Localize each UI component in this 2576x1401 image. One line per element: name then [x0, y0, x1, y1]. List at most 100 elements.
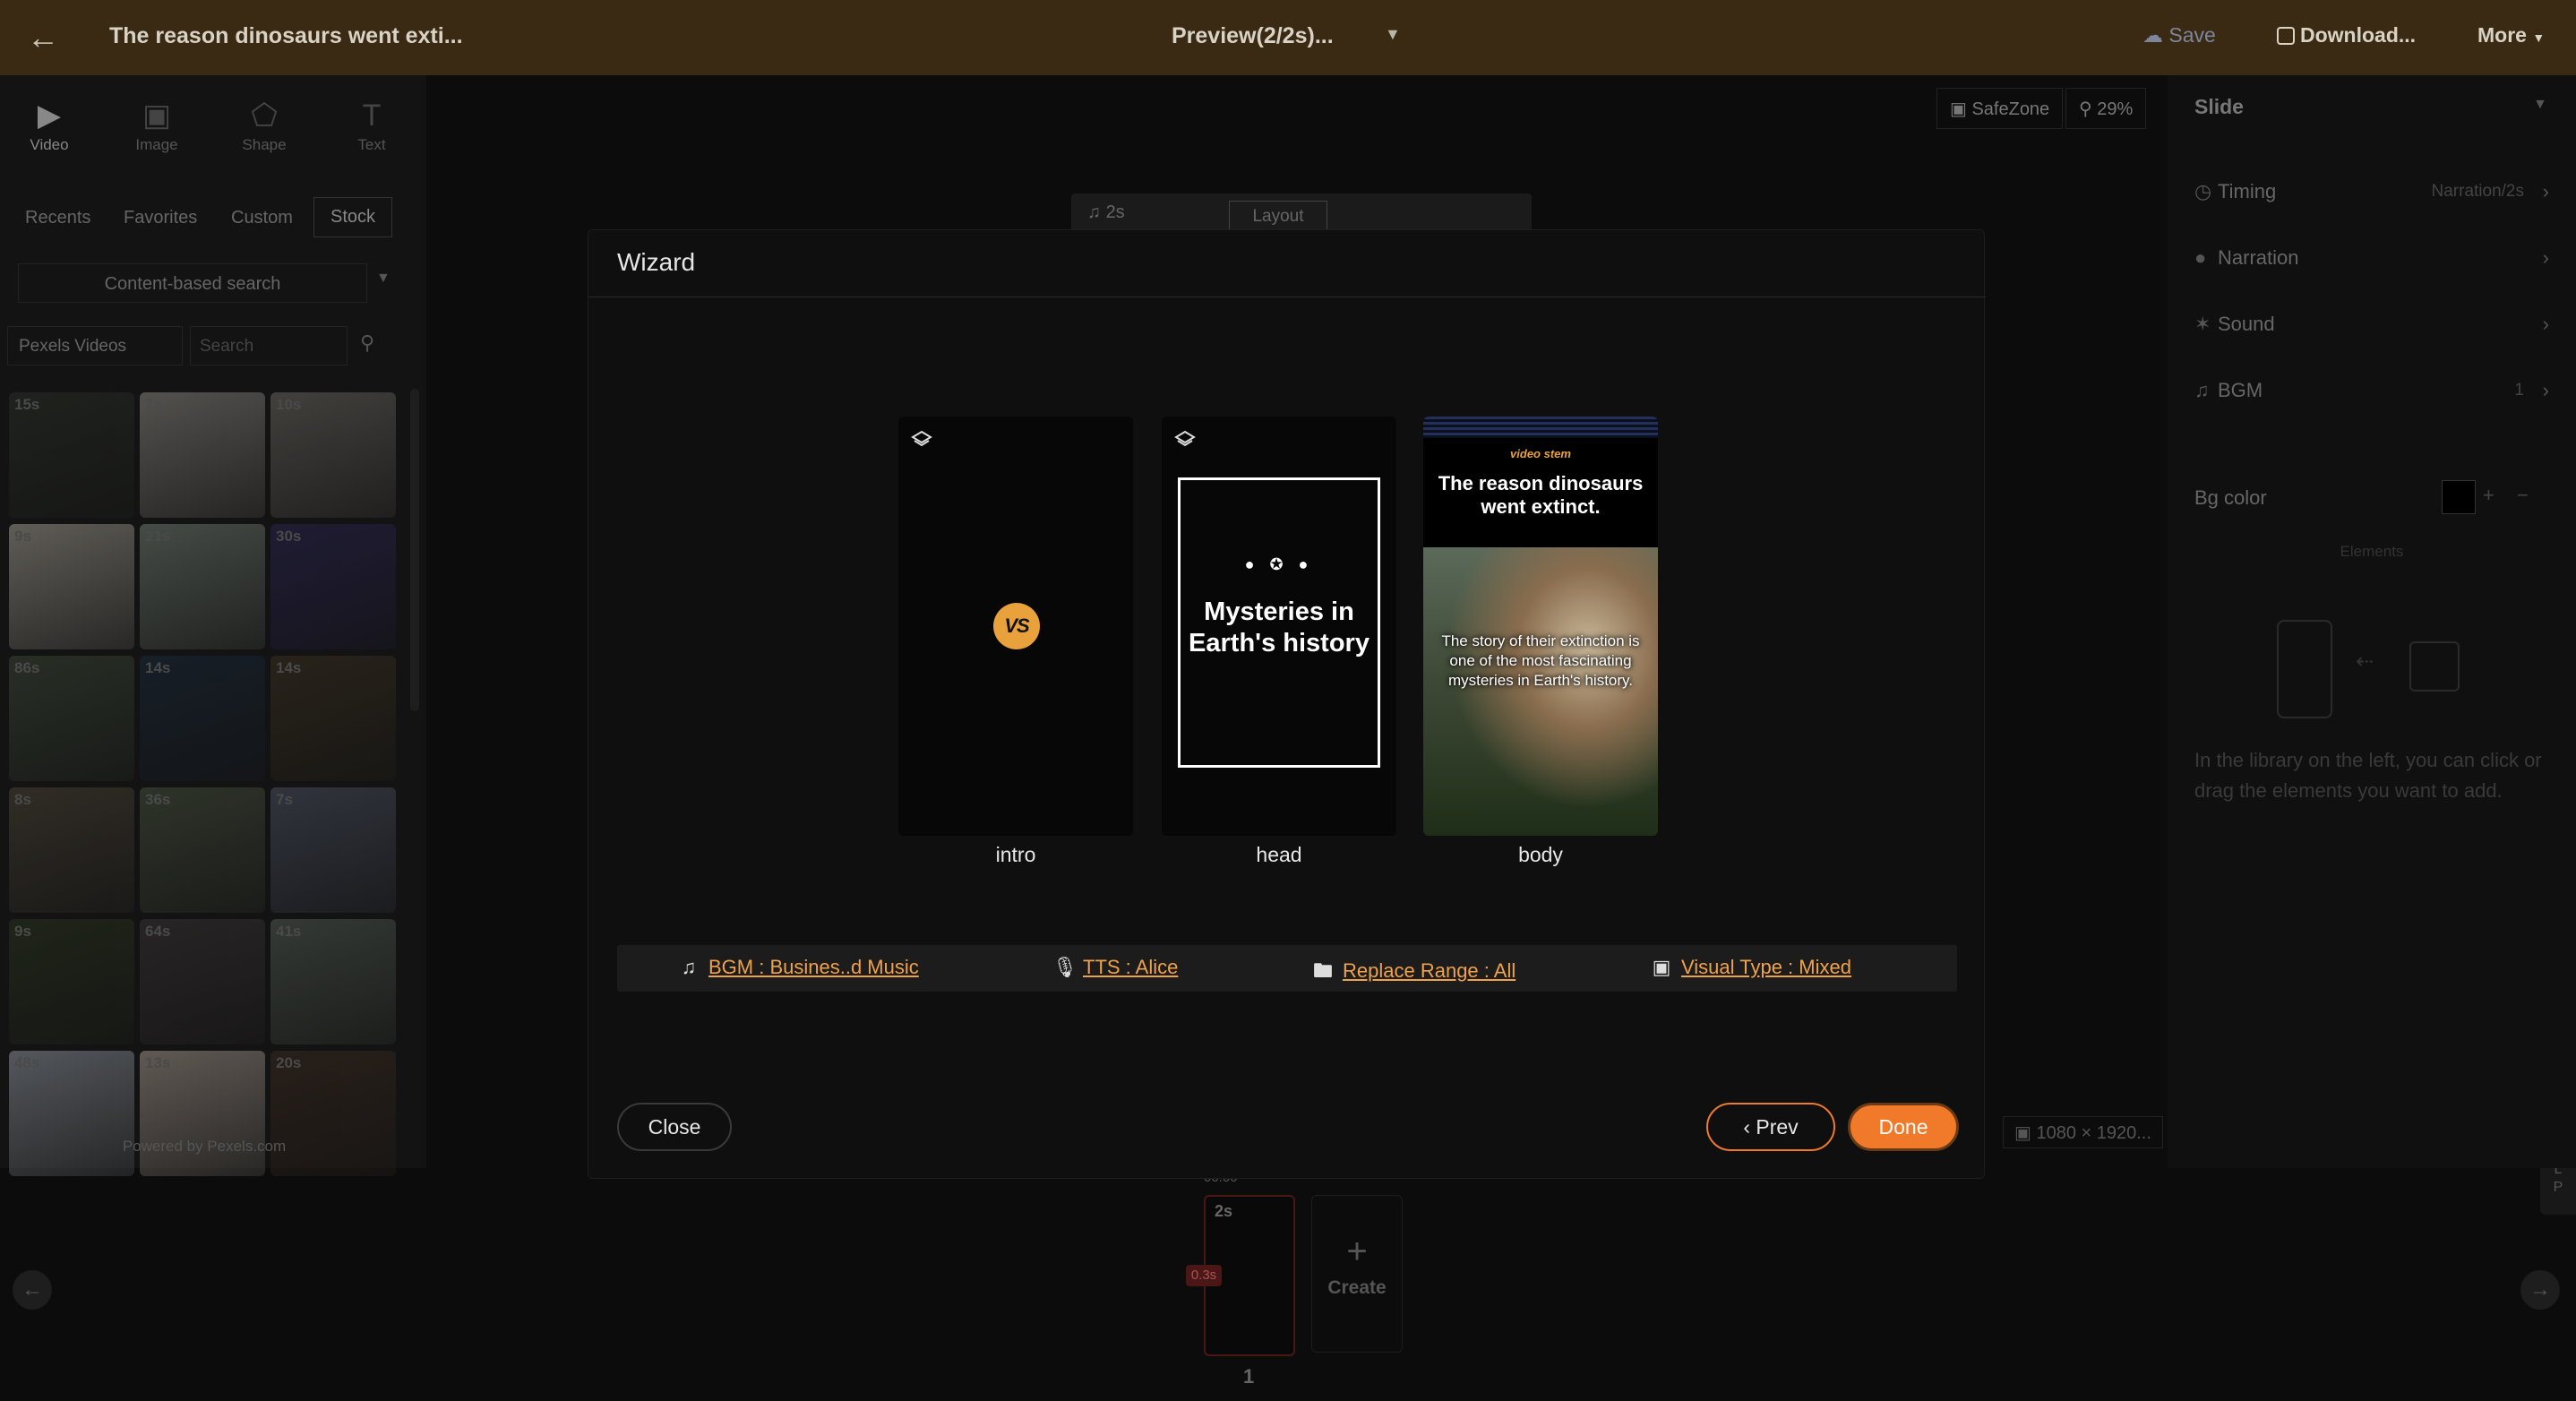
tool-tab-shape[interactable]: ⬠ Shape	[215, 95, 313, 154]
brand-logo: VS	[993, 603, 1040, 649]
element-box-icon	[2409, 641, 2460, 692]
stock-source-select[interactable]: Pexels Videos	[7, 326, 183, 365]
more-menu-button[interactable]: More ▼	[2477, 23, 2545, 47]
stock-video-thumbnail[interactable]: 30s	[270, 524, 396, 649]
search-icon[interactable]: ⚲	[360, 331, 374, 355]
stock-video-thumbnail[interactable]: 9s	[9, 919, 134, 1044]
plus-icon[interactable]: +	[2483, 484, 2494, 507]
bg-color-swatch[interactable]	[2442, 480, 2476, 514]
create-label: Create	[1327, 1277, 1387, 1298]
stock-video-thumbnail[interactable]: 86s	[9, 656, 134, 781]
stock-video-thumbnail[interactable]: 10s	[270, 392, 396, 518]
bg-color-label: Bg color	[2194, 486, 2267, 509]
library-tab-recents[interactable]: Recents	[25, 208, 90, 228]
minus-icon[interactable]: −	[2517, 484, 2529, 507]
library-tab-custom[interactable]: Custom	[231, 208, 293, 228]
tool-tab-text[interactable]: T Text	[322, 95, 421, 154]
arrow-left-icon[interactable]: ←	[13, 1270, 52, 1310]
stock-video-thumbnail[interactable]: 64s	[140, 919, 265, 1044]
bgm-row[interactable]: ♫ BGM 1 ›	[2194, 373, 2549, 408]
stock-video-thumbnail[interactable]: 8s	[9, 787, 134, 913]
powered-by-label: Powered by Pexels.com	[122, 1138, 287, 1155]
tool-tab-label: Video	[30, 136, 69, 153]
stock-video-thumbnail[interactable]: 7s	[140, 392, 265, 518]
elements-heading: Elements	[2340, 543, 2404, 560]
sound-row[interactable]: ✶ Sound ›	[2194, 306, 2549, 342]
more-label: More	[2477, 23, 2527, 47]
timing-row[interactable]: ◷ Timing Narration/2s ›	[2194, 174, 2549, 210]
stripe-decoration	[1423, 417, 1658, 438]
chevron-down-icon[interactable]: ▼	[376, 271, 391, 287]
narration-time[interactable]: ♫ 2s	[1087, 202, 1125, 223]
stock-video-thumbnail[interactable]: 20s	[270, 1051, 396, 1176]
stock-video-thumbnail[interactable]: 48s	[9, 1051, 134, 1176]
preview-dropdown[interactable]: Preview(2/2s)...	[1172, 23, 1334, 49]
chevron-down-icon[interactable]: ▼	[1385, 25, 1401, 44]
panel-header: Slide	[2194, 95, 2244, 118]
mic-icon: 🎙	[1052, 956, 1078, 978]
chevron-down-icon[interactable]: ▼	[2533, 97, 2547, 113]
save-icon: ☁	[2142, 23, 2169, 47]
stock-video-thumbnail[interactable]: 7s	[270, 787, 396, 913]
stock-video-thumbnail[interactable]: 14s	[270, 656, 396, 781]
tts-option-link[interactable]: 🎙 TTS : Alice	[1052, 956, 1178, 979]
prev-button[interactable]: ‹ Prev	[1706, 1103, 1835, 1151]
elements-hint: In the library on the left, you can clic…	[2194, 749, 2542, 802]
template-card-body[interactable]: video stem The reason dinosaurs went ext…	[1423, 417, 1658, 836]
safezone-toggle[interactable]: ▣ SafeZone	[1936, 88, 2064, 129]
video-duration: 14s	[276, 659, 302, 676]
stock-video-thumbnail[interactable]: 15s	[9, 392, 134, 518]
video-duration: 9s	[14, 528, 31, 545]
template-card-head[interactable]: ● ✪ ● Mysteries in Earth's history	[1162, 417, 1396, 836]
template-card-intro[interactable]: VS	[898, 417, 1133, 836]
resolution-button[interactable]: ▣ 1080 × 1920...	[2003, 1116, 2163, 1148]
stock-video-thumbnail[interactable]: 14s	[140, 656, 265, 781]
close-button[interactable]: Close	[617, 1103, 732, 1151]
tool-tab-image[interactable]: ▣ Image	[107, 95, 206, 154]
card-label-body: body	[1518, 843, 1563, 866]
library-scrollbar[interactable]	[410, 389, 419, 711]
stock-video-thumbnail[interactable]: 36s	[140, 787, 265, 913]
tool-tab-label: Image	[135, 136, 178, 153]
stock-video-thumbnail[interactable]: 41s	[270, 919, 396, 1044]
bgm-option-label: BGM : Busines..d Music	[708, 956, 919, 978]
create-slide-button[interactable]: + Create	[1311, 1195, 1403, 1353]
arrow-right-icon[interactable]: →	[2520, 1270, 2560, 1310]
video-duration: 7s	[145, 396, 162, 413]
layout-button[interactable]: Layout	[1229, 201, 1327, 231]
video-duration: 30s	[276, 528, 302, 545]
replace-range-option-link[interactable]: 🖿 Replace Range : All	[1312, 956, 1516, 990]
stock-search-input[interactable]: Search	[190, 326, 348, 365]
stock-video-thumbnail[interactable]: 21s	[140, 524, 265, 649]
zoom-control[interactable]: ⚲ 29%	[2065, 88, 2147, 129]
chevron-right-icon: ›	[2542, 180, 2549, 202]
done-button[interactable]: Done	[1848, 1103, 1959, 1151]
back-arrow-icon[interactable]: ←	[23, 18, 63, 57]
title-frame: ● ✪ ● Mysteries in Earth's history	[1178, 477, 1380, 768]
stock-video-thumbnail[interactable]: 9s	[9, 524, 134, 649]
narration-row[interactable]: ● Narration ›	[2194, 240, 2549, 276]
stock-video-thumbnail[interactable]: 13s	[140, 1051, 265, 1176]
body-title: The reason dinosaurs went extinct.	[1438, 472, 1644, 518]
library-tab-favorites[interactable]: Favorites	[124, 208, 197, 228]
video-duration: 36s	[145, 791, 171, 808]
bgm-option-link[interactable]: ♫ BGM : Busines..d Music	[678, 956, 919, 979]
transition-badge[interactable]: 0.3s	[1186, 1265, 1222, 1286]
video-duration: 7s	[276, 791, 293, 808]
app-root: ← The reason dinosaurs went exti... Prev…	[0, 0, 2576, 1401]
video-duration: 64s	[145, 923, 171, 940]
chevron-right-icon: ›	[2542, 313, 2549, 335]
chevron-right-icon: ›	[2542, 246, 2549, 269]
music-icon: ♫	[2194, 379, 2210, 401]
video-duration: 86s	[14, 659, 40, 676]
download-button[interactable]: Download...	[2277, 23, 2416, 47]
visual-type-option-link[interactable]: ▣ Visual Type : Mixed	[1651, 956, 1851, 979]
download-icon	[2277, 27, 2295, 45]
mic-icon: ●	[2194, 246, 2207, 269]
mic-icon: ♫	[1087, 202, 1106, 222]
search-mode-dropdown[interactable]: Content-based search	[18, 263, 367, 303]
tool-tab-video[interactable]: ▶ Video	[0, 95, 99, 154]
library-tab-stock[interactable]: Stock	[313, 197, 393, 237]
image-icon: ▣	[1652, 956, 1671, 978]
save-button[interactable]: ☁ Save	[2142, 23, 2216, 47]
